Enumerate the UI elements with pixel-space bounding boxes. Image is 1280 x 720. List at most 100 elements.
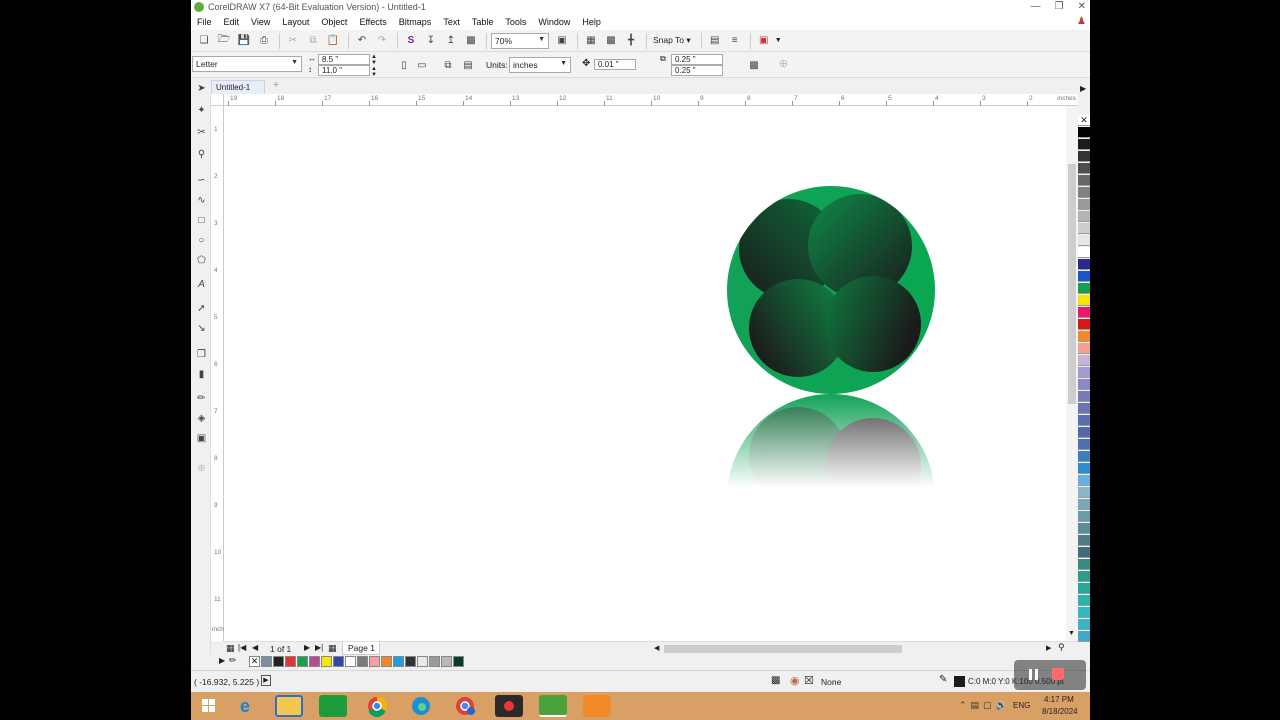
- all-pages-icon[interactable]: ⧉: [439, 56, 457, 74]
- internet-explorer-icon[interactable]: e: [231, 695, 259, 717]
- undo-icon[interactable]: ↶: [353, 32, 371, 50]
- swatch-color[interactable]: [1078, 271, 1090, 282]
- swatch-color[interactable]: [1078, 379, 1090, 390]
- swatch-color[interactable]: [1078, 559, 1090, 570]
- swatch-color[interactable]: [429, 656, 440, 667]
- connector-tool-icon[interactable]: ↘: [194, 322, 209, 336]
- cut-icon[interactable]: ✂: [284, 32, 302, 50]
- close-icon[interactable]: ✕: [1078, 1, 1086, 12]
- swatch-color[interactable]: [1078, 163, 1090, 174]
- coreldraw-taskbar-icon[interactable]: [539, 695, 567, 717]
- polygon-tool-icon[interactable]: ⬠: [194, 254, 209, 268]
- landscape-icon[interactable]: ▭: [413, 56, 431, 74]
- swatch-color[interactable]: [1078, 391, 1090, 402]
- drop-shadow-icon[interactable]: ❒: [194, 348, 209, 362]
- swatch-color[interactable]: [1078, 403, 1090, 414]
- save-icon[interactable]: 💾: [235, 32, 253, 50]
- ruler-corner[interactable]: [211, 94, 224, 106]
- chrome-profile-icon[interactable]: [451, 695, 479, 717]
- menu-window[interactable]: Window: [538, 17, 570, 27]
- swatch-color[interactable]: [1078, 235, 1090, 246]
- swatch-color[interactable]: [1078, 223, 1090, 234]
- swatch-color[interactable]: [1078, 547, 1090, 558]
- swatch-color[interactable]: [1078, 607, 1090, 618]
- copy-icon[interactable]: ⧉: [304, 32, 322, 50]
- swatch-color[interactable]: [1078, 571, 1090, 582]
- swatch-color[interactable]: [285, 656, 296, 667]
- minimize-icon[interactable]: —: [1031, 1, 1041, 12]
- swatch-color[interactable]: [1078, 187, 1090, 198]
- parallel-dimension-icon[interactable]: ➚: [194, 302, 209, 316]
- palette-arrow-icon[interactable]: ▶: [219, 656, 225, 665]
- language-indicator[interactable]: ENG: [1013, 701, 1030, 710]
- menu-bitmaps[interactable]: Bitmaps: [399, 17, 432, 27]
- store-icon[interactable]: [319, 695, 347, 717]
- swatch-color[interactable]: [357, 656, 368, 667]
- swatch-color[interactable]: [1078, 175, 1090, 186]
- smart-fill-icon[interactable]: ▣: [194, 432, 209, 446]
- menu-file[interactable]: File: [197, 17, 212, 27]
- swatch-color[interactable]: [1078, 439, 1090, 450]
- first-page-icon[interactable]: |◀: [238, 643, 246, 652]
- paper-size-combo[interactable]: Letter ▼: [192, 56, 302, 72]
- swatch-color[interactable]: [1078, 355, 1090, 366]
- swatch-color[interactable]: [417, 656, 428, 667]
- menu-object[interactable]: Object: [321, 17, 347, 27]
- swatch-color[interactable]: [393, 656, 404, 667]
- interactive-fill-icon[interactable]: ◈: [194, 412, 209, 426]
- swatch-color[interactable]: [1078, 427, 1090, 438]
- show-guidelines-icon[interactable]: ╋: [622, 32, 640, 50]
- scroll-left-icon[interactable]: ◀: [654, 644, 659, 652]
- swatch-color[interactable]: [1078, 259, 1090, 270]
- eyedropper-icon[interactable]: ✏: [229, 655, 237, 666]
- swatch-color[interactable]: [1078, 211, 1090, 222]
- pick-tool-icon[interactable]: ➤: [194, 82, 209, 96]
- pause-icon[interactable]: [1028, 668, 1040, 681]
- export-icon[interactable]: ↥: [442, 32, 460, 50]
- application-launcher-icon[interactable]: ▣: [755, 32, 773, 50]
- nudge-distance-input[interactable]: 0.01 ": [594, 59, 636, 70]
- restore-icon[interactable]: ❐: [1055, 1, 1064, 12]
- outline-color-swatch[interactable]: [954, 676, 965, 687]
- transparency-tool-icon[interactable]: ▮: [194, 368, 209, 382]
- duplicate-y-input[interactable]: 0.25 ": [671, 65, 723, 76]
- swirl-logo[interactable]: [727, 186, 935, 394]
- import-icon[interactable]: ↧: [422, 32, 440, 50]
- crop-tool-icon[interactable]: ✂: [194, 126, 209, 140]
- swatch-none[interactable]: ✕: [1078, 115, 1090, 126]
- stop-icon[interactable]: [1052, 668, 1064, 680]
- menu-table[interactable]: Table: [472, 17, 494, 27]
- media-player-icon[interactable]: [583, 695, 611, 717]
- publish-pdf-icon[interactable]: ▩: [462, 32, 480, 50]
- swatch-color[interactable]: [1078, 631, 1090, 642]
- swatch-color[interactable]: [1078, 127, 1090, 138]
- chrome-icon[interactable]: [363, 695, 391, 718]
- freehand-tool-icon[interactable]: ∽: [194, 174, 209, 188]
- swatch-color[interactable]: [1078, 283, 1090, 294]
- tab-untitled-1[interactable]: Untitled-1: [211, 80, 265, 94]
- swatch-color[interactable]: [333, 656, 344, 667]
- swatch-color[interactable]: [1078, 247, 1090, 258]
- swatch-color[interactable]: [1078, 199, 1090, 210]
- ellipse-tool-icon[interactable]: ○: [194, 234, 209, 248]
- swatch-color[interactable]: [1078, 139, 1090, 150]
- page-width-input[interactable]: 8.5 ": [318, 54, 370, 65]
- swatch-color[interactable]: [321, 656, 332, 667]
- new-document-icon[interactable]: ❏: [195, 32, 213, 50]
- swatch-color[interactable]: [405, 656, 416, 667]
- last-page-icon[interactable]: ▶|: [315, 643, 323, 652]
- treat-as-filled-icon[interactable]: ▩: [745, 56, 763, 74]
- tray-icons[interactable]: ⌃▤▢🔊: [959, 700, 1011, 711]
- duplicate-x-input[interactable]: 0.25 ": [671, 54, 723, 65]
- zoom-tool-icon[interactable]: ⚲: [194, 148, 209, 162]
- swatch-color[interactable]: [369, 656, 380, 667]
- artistic-media-icon[interactable]: ∿: [194, 194, 209, 208]
- page-height-input[interactable]: 11.0 ": [318, 65, 370, 76]
- page-1-tab[interactable]: Page 1: [342, 642, 380, 655]
- drawing-canvas[interactable]: [224, 106, 1066, 641]
- menu-layout[interactable]: Layout: [282, 17, 309, 27]
- scroll-down-icon[interactable]: ▼: [1068, 630, 1075, 637]
- windows-start-icon[interactable]: [195, 695, 223, 717]
- full-screen-preview-icon[interactable]: ▣: [553, 32, 571, 50]
- swatch-none[interactable]: ✕: [249, 656, 260, 667]
